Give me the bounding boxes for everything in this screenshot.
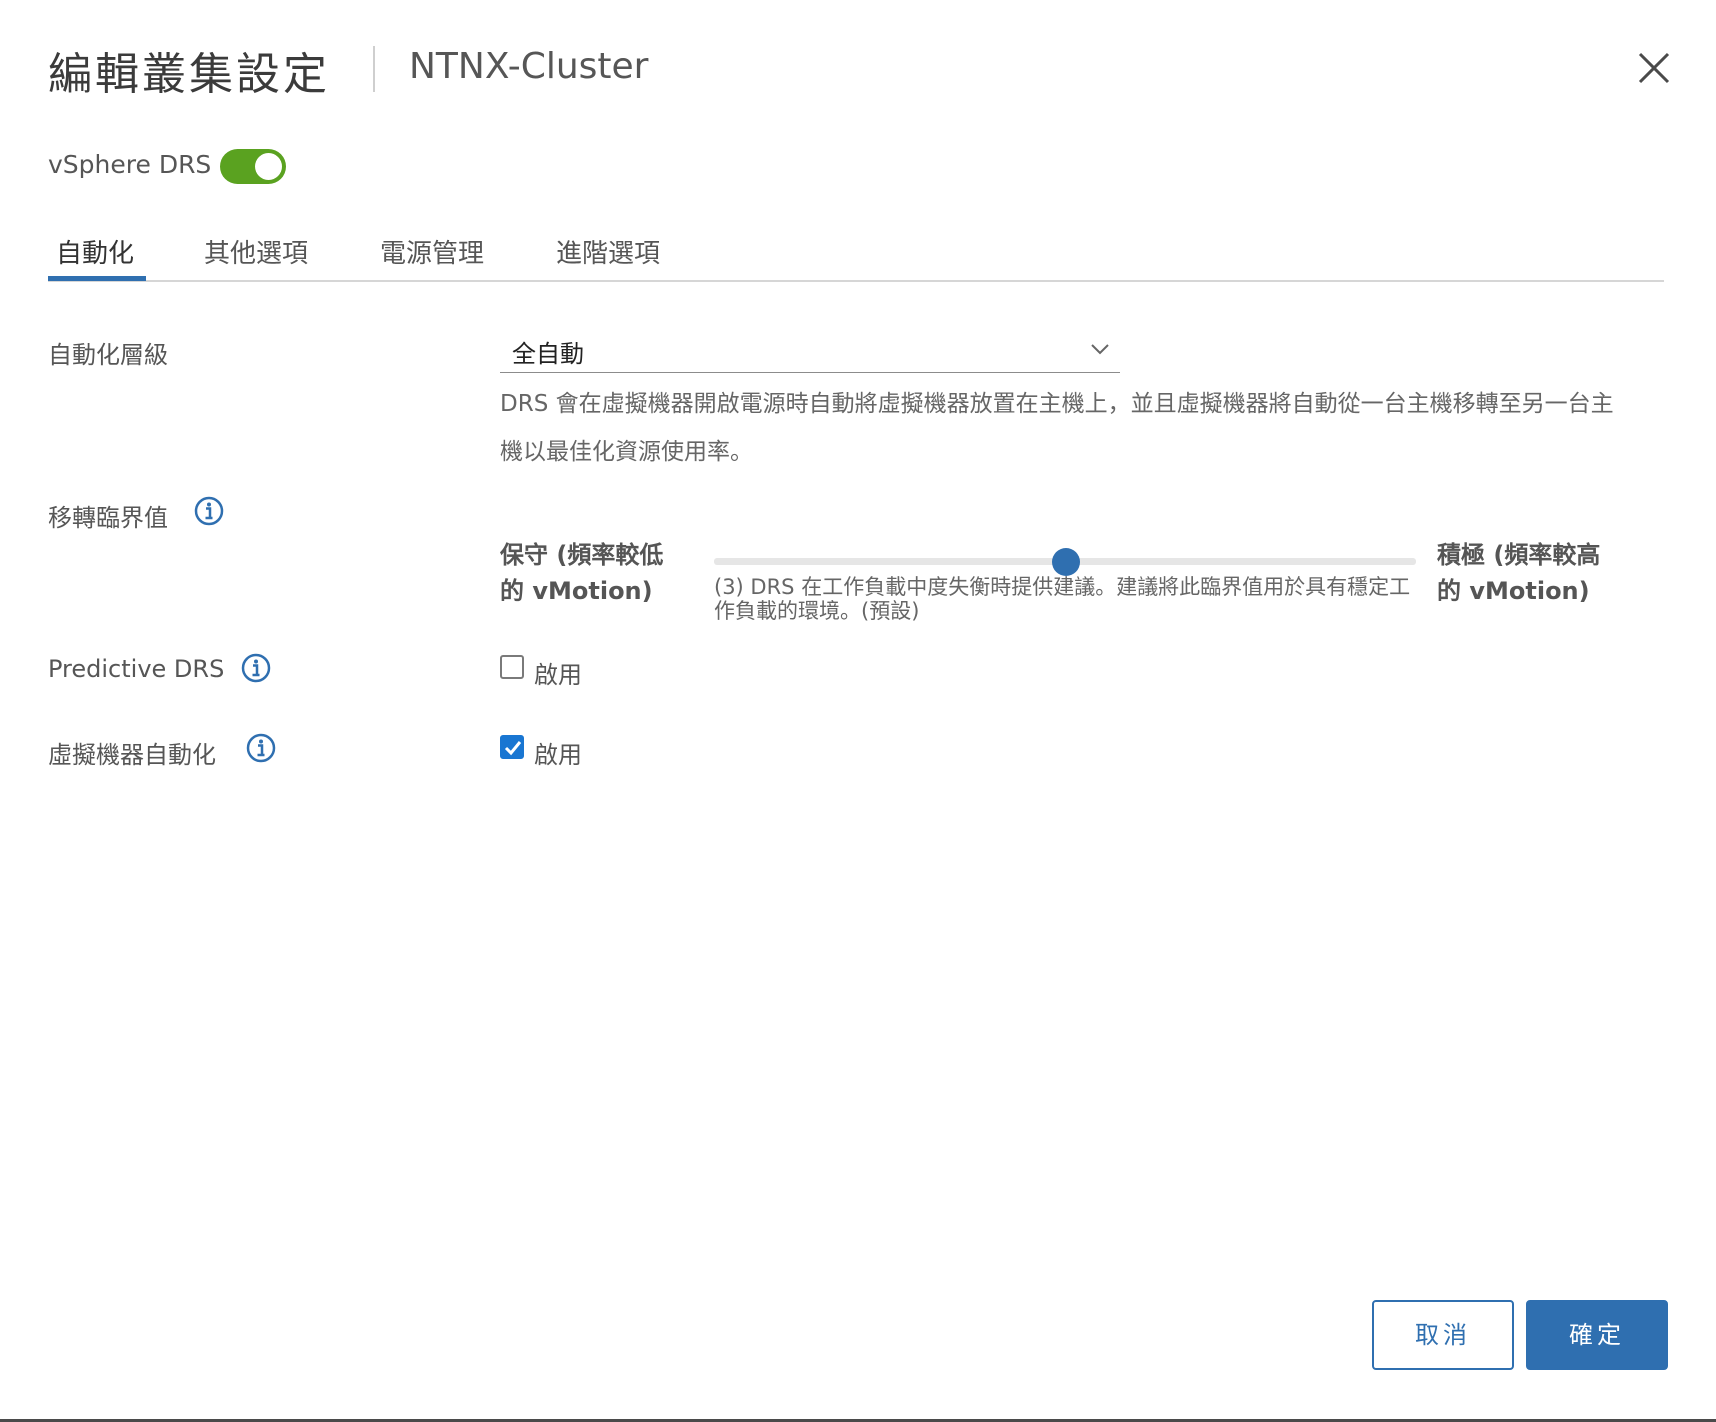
active-tab-indicator <box>48 276 146 281</box>
predictive-drs-checkbox[interactable] <box>500 655 524 679</box>
vsphere-drs-toggle[interactable] <box>220 149 286 184</box>
migration-threshold-description: (3) DRS 在工作負載中度失衡時提供建議。建議將此臨界值用於具有穩定工作負載… <box>714 575 1411 623</box>
ok-button[interactable]: 確定 <box>1526 1300 1668 1370</box>
edit-cluster-settings-dialog: 編輯叢集設定 NTNX-Cluster vSphere DRS 自動化 其他選項… <box>0 0 1716 1418</box>
toggle-knob <box>255 153 282 180</box>
predictive-drs-enable-label: 啟用 <box>534 661 582 689</box>
automation-level-label: 自動化層級 <box>48 341 168 369</box>
slider-handle[interactable] <box>1052 548 1080 576</box>
close-icon[interactable] <box>1636 50 1672 86</box>
conservative-label: 保守 (頻率較低的 vMotion) <box>500 541 664 605</box>
cancel-button[interactable]: 取消 <box>1372 1300 1514 1370</box>
automation-level-description: DRS 會在虛擬機器開啟電源時自動將虛擬機器放置在主機上，並且虛擬機器將自動從一… <box>500 391 1614 465</box>
aggressive-label: 積極 (頻率較高的 vMotion) <box>1437 541 1601 605</box>
dialog-title: 編輯叢集設定 <box>48 49 330 100</box>
title-divider <box>373 46 375 92</box>
tab-automation[interactable]: 自動化 <box>56 233 134 270</box>
vm-automation-label: 虛擬機器自動化 <box>48 741 216 769</box>
predictive-drs-label: Predictive DRS <box>48 655 225 683</box>
info-icon[interactable] <box>194 496 224 526</box>
tab-other-options[interactable]: 其他選項 <box>204 233 308 270</box>
tab-power-management[interactable]: 電源管理 <box>380 233 484 270</box>
chevron-down-icon <box>1091 344 1109 355</box>
vm-automation-checkbox[interactable] <box>500 735 524 759</box>
vm-automation-enable-label: 啟用 <box>534 741 582 769</box>
vsphere-drs-label: vSphere DRS <box>48 150 212 179</box>
automation-level-select[interactable]: 全自動 <box>500 330 1120 373</box>
migration-threshold-label: 移轉臨界值 <box>48 504 168 532</box>
tab-bar: 自動化 其他選項 電源管理 進階選項 <box>48 225 1664 282</box>
info-icon[interactable] <box>241 653 271 683</box>
info-icon[interactable] <box>246 733 276 763</box>
tab-advanced-options[interactable]: 進階選項 <box>556 233 660 270</box>
cluster-name: NTNX-Cluster <box>409 46 649 87</box>
automation-level-value: 全自動 <box>512 340 584 368</box>
checkmark-icon <box>504 741 522 756</box>
